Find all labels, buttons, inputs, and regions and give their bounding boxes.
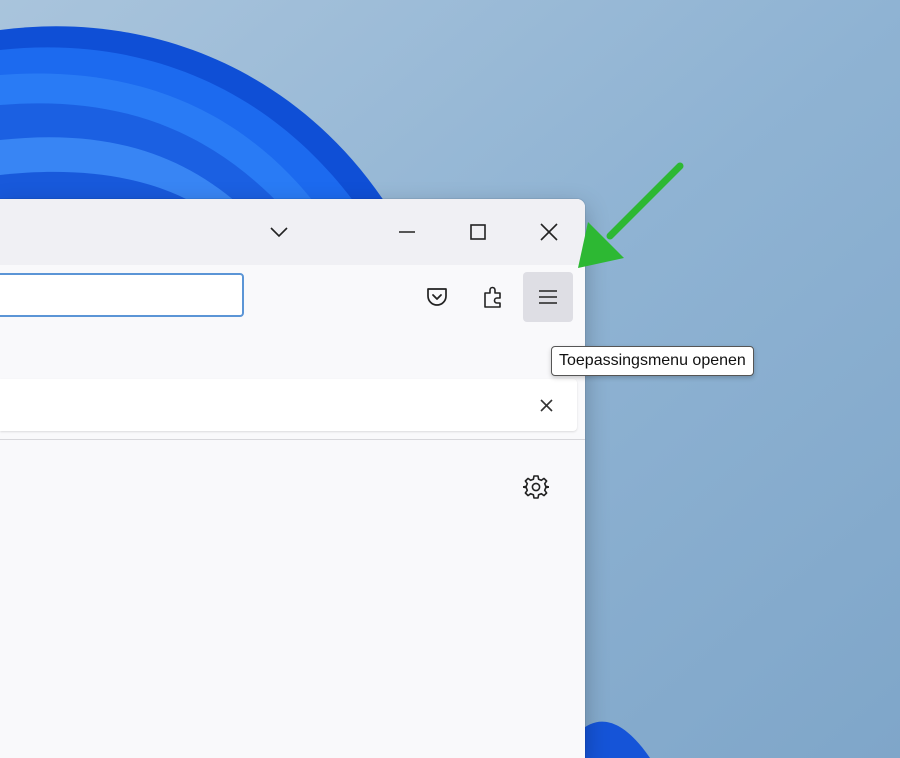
browser-window: [0, 199, 585, 758]
maximize-button[interactable]: [455, 209, 501, 255]
page-content: [0, 440, 585, 758]
notification-close-button[interactable]: [533, 392, 559, 418]
pocket-icon: [427, 288, 447, 306]
minimize-icon: [399, 231, 415, 233]
close-icon: [540, 223, 558, 241]
annotation-arrow: [578, 162, 684, 268]
application-menu-button[interactable]: [523, 272, 573, 322]
extensions-button[interactable]: [468, 272, 518, 322]
gear-icon: [523, 475, 549, 499]
minimize-button[interactable]: [384, 209, 430, 255]
title-bar: [0, 199, 585, 265]
tabs-list-button[interactable]: [256, 209, 302, 255]
address-bar[interactable]: [0, 273, 244, 317]
settings-button[interactable]: [520, 471, 552, 503]
navigation-toolbar: [0, 265, 585, 330]
notification-bar: [0, 379, 577, 431]
hamburger-menu-icon: [539, 290, 557, 304]
tooltip: Toepassingsmenu openen: [551, 346, 754, 376]
extensions-puzzle-icon: [484, 286, 501, 308]
maximize-icon: [470, 224, 486, 240]
pocket-button[interactable]: [412, 272, 462, 322]
close-window-button[interactable]: [526, 209, 572, 255]
chevron-down-icon: [270, 227, 288, 238]
close-icon: [539, 398, 553, 412]
